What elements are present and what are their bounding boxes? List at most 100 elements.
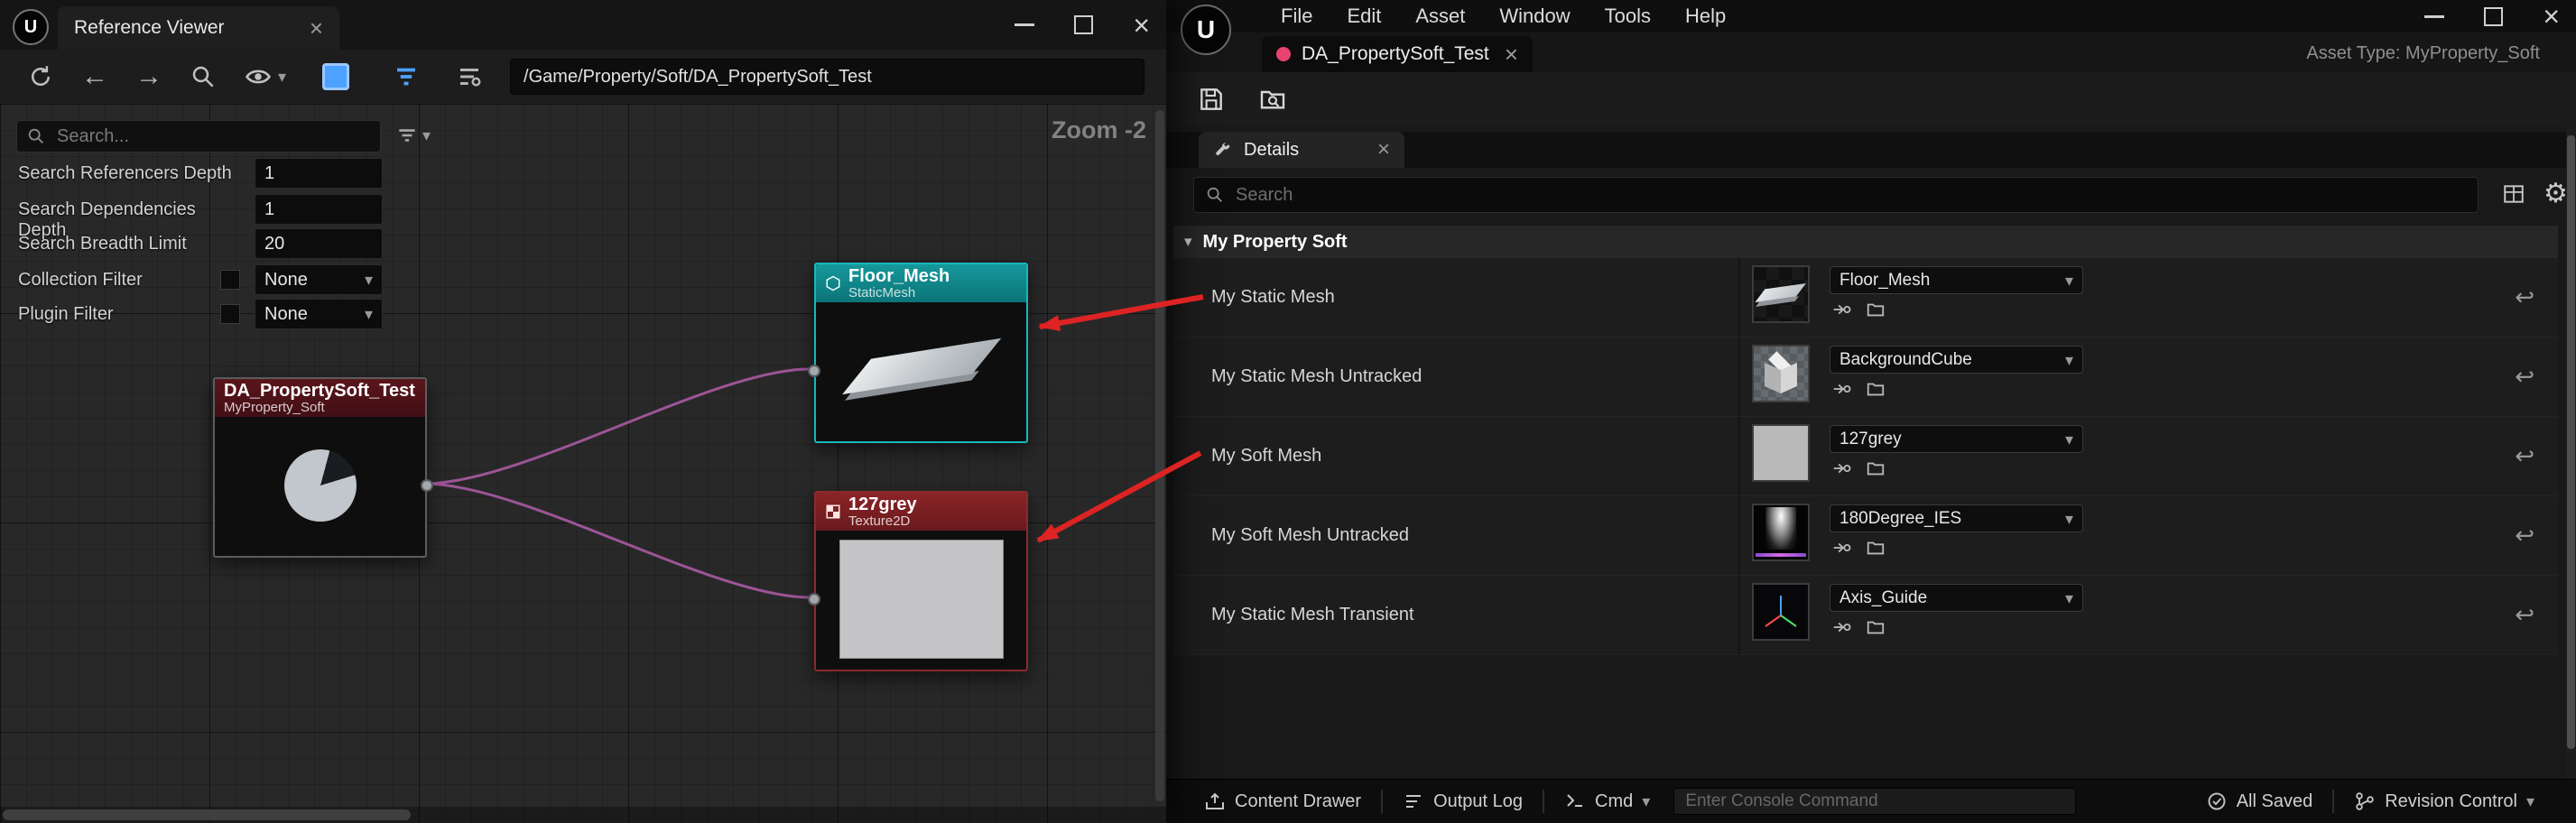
reference-viewer-tab[interactable]: Reference Viewer × xyxy=(58,6,339,50)
cmd-dropdown[interactable]: Cmd ▾ xyxy=(1564,791,1650,812)
property-row-my-static-mesh: My Static Mesh Floor_Mesh ▾ xyxy=(1173,258,2558,338)
column-splitter[interactable] xyxy=(1738,258,1740,337)
category-my-property-soft[interactable]: ▾ My Property Soft xyxy=(1173,226,2558,258)
panel-toggle-button[interactable] xyxy=(322,63,349,90)
asset-picker-combo[interactable]: 180Degree_IES ▾ xyxy=(1830,504,2083,532)
reset-to-default-button[interactable]: ↩ xyxy=(2515,496,2534,575)
use-selected-asset-button[interactable] xyxy=(1831,458,1851,478)
close-button[interactable]: × xyxy=(1133,11,1150,40)
tab-close-icon[interactable]: × xyxy=(1505,42,1518,66)
reset-to-default-button[interactable]: ↩ xyxy=(2515,338,2534,416)
zoom-to-fit-button[interactable] xyxy=(190,63,217,90)
settings-gear-button[interactable]: ⚙ xyxy=(2544,180,2568,208)
column-splitter[interactable] xyxy=(1738,338,1740,416)
content-drawer-button[interactable]: Content Drawer xyxy=(1204,791,1361,812)
forward-button[interactable]: → xyxy=(135,63,162,90)
menu-file[interactable]: File xyxy=(1264,0,1330,32)
details-tab-close-icon[interactable]: × xyxy=(1377,139,1390,161)
details-search-input[interactable] xyxy=(1234,184,2467,207)
use-selected-asset-button[interactable] xyxy=(1831,617,1851,637)
output-pin[interactable] xyxy=(421,479,433,492)
asset-picker-value: 180Degree_IES xyxy=(1839,509,1961,529)
column-splitter[interactable] xyxy=(1738,576,1740,654)
asset-picker-combo[interactable]: Axis_Guide ▾ xyxy=(1830,584,2083,612)
property-row-my-static-mesh-transient: My Static Mesh Transient Axis_Guide ▾ xyxy=(1173,576,2558,655)
browse-to-asset-button[interactable] xyxy=(1866,617,1886,637)
maximize-button[interactable] xyxy=(1074,15,1093,34)
maximize-button[interactable] xyxy=(2484,7,2503,26)
menu-edit[interactable]: Edit xyxy=(1330,0,1398,32)
chevron-down-icon: ▾ xyxy=(2526,793,2534,809)
graph-node-floor-mesh[interactable]: Floor_Mesh StaticMesh xyxy=(814,263,1028,443)
use-selected-asset-button[interactable] xyxy=(1831,379,1851,399)
category-expand-icon[interactable]: ▾ xyxy=(1184,233,1192,251)
tab-da-propertysoft-test[interactable]: DA_PropertySoft_Test × xyxy=(1262,36,1533,72)
filter-options-icon xyxy=(456,63,483,90)
revision-control-button[interactable]: Revision Control ▾ xyxy=(2354,791,2534,812)
menu-window[interactable]: Window xyxy=(1482,0,1587,32)
minimize-button[interactable] xyxy=(1015,23,1034,26)
node-title: DA_PropertySoft_Test xyxy=(224,381,415,401)
menu-help[interactable]: Help xyxy=(1668,0,1743,32)
browse-to-asset-button[interactable] xyxy=(1866,458,1886,478)
refresh-button[interactable] xyxy=(27,63,54,90)
asset-thumbnail-axis-guide[interactable] xyxy=(1752,583,1810,641)
asset-picker-combo[interactable]: Floor_Mesh ▾ xyxy=(1830,266,2083,294)
details-scrollbar-thumb[interactable] xyxy=(2567,135,2575,749)
column-view-button[interactable] xyxy=(2502,182,2525,206)
console-command-input[interactable] xyxy=(1683,791,2066,812)
save-button[interactable] xyxy=(1197,85,1226,114)
reference-graph[interactable]: Zoom -2 ▾ Search Referencers Depth xyxy=(0,104,1166,823)
asset-picker-combo[interactable]: 127grey ▾ xyxy=(1830,425,2083,453)
input-pin[interactable] xyxy=(808,593,820,606)
reset-to-default-button[interactable]: ↩ xyxy=(2515,258,2534,337)
menu-tools[interactable]: Tools xyxy=(1588,0,1668,32)
property-label: My Static Mesh Untracked xyxy=(1211,338,1422,416)
browse-folder-icon xyxy=(1866,300,1886,319)
details-tab-label: Details xyxy=(1244,140,1299,161)
visibility-dropdown[interactable]: ▾ xyxy=(244,63,286,90)
asset-thumbnail-180degree-ies[interactable] xyxy=(1752,504,1810,561)
reset-to-default-button[interactable]: ↩ xyxy=(2515,576,2534,654)
close-button[interactable]: × xyxy=(2543,2,2560,31)
chevron-down-icon: ▾ xyxy=(2065,273,2073,289)
column-splitter[interactable] xyxy=(1738,496,1740,575)
input-pin[interactable] xyxy=(808,365,820,377)
property-row-my-soft-mesh-untracked: My Soft Mesh Untracked 180Degree_IES ▾ xyxy=(1173,496,2558,576)
divider xyxy=(1381,790,1383,813)
static-mesh-icon xyxy=(825,275,841,291)
unreal-logo: U xyxy=(1181,5,1231,55)
browse-to-asset-button[interactable] xyxy=(1866,538,1886,558)
all-saved-status[interactable]: All Saved xyxy=(2206,791,2313,812)
chevron-down-icon: ▾ xyxy=(2065,431,2073,448)
use-selected-asset-button[interactable] xyxy=(1831,300,1851,319)
use-selected-asset-button[interactable] xyxy=(1831,538,1851,558)
title-bar[interactable]: U Reference Viewer × × xyxy=(0,0,1166,50)
asset-path-field[interactable]: /Game/Property/Soft/DA_PropertySoft_Test xyxy=(510,59,1144,95)
node-title: 127grey xyxy=(848,495,917,514)
column-splitter[interactable] xyxy=(1738,417,1740,495)
asset-thumbnail-background-cube[interactable] xyxy=(1752,345,1810,402)
browse-to-asset-button[interactable] xyxy=(1258,85,1287,114)
menu-asset[interactable]: Asset xyxy=(1398,0,1482,32)
chevron-down-icon: ▾ xyxy=(1642,793,1650,809)
window-controls: × xyxy=(2424,0,2560,32)
asset-thumbnail-floor-mesh[interactable] xyxy=(1752,265,1810,323)
graph-node-da-propertysoft-test[interactable]: DA_PropertySoft_Test MyProperty_Soft xyxy=(213,377,427,558)
asset-picker-combo[interactable]: BackgroundCube ▾ xyxy=(1830,346,2083,374)
tab-close-icon[interactable]: × xyxy=(310,16,323,40)
graph-node-127grey[interactable]: 127grey Texture2D xyxy=(814,491,1028,671)
output-log-button[interactable]: Output Log xyxy=(1403,791,1523,812)
save-icon xyxy=(1197,85,1226,114)
browse-to-asset-button[interactable] xyxy=(1866,379,1886,399)
back-button[interactable]: ← xyxy=(81,63,108,90)
filter-settings-button[interactable] xyxy=(456,63,483,90)
reset-to-default-button[interactable]: ↩ xyxy=(2515,417,2534,495)
browse-to-asset-button[interactable] xyxy=(1866,300,1886,319)
unreal-logo: U xyxy=(13,9,49,45)
minimize-button[interactable] xyxy=(2424,15,2444,18)
filter-button[interactable] xyxy=(393,63,420,90)
table-columns-icon xyxy=(2502,182,2525,206)
details-tab[interactable]: Details × xyxy=(1199,132,1404,168)
asset-thumbnail-127grey[interactable] xyxy=(1752,424,1810,482)
